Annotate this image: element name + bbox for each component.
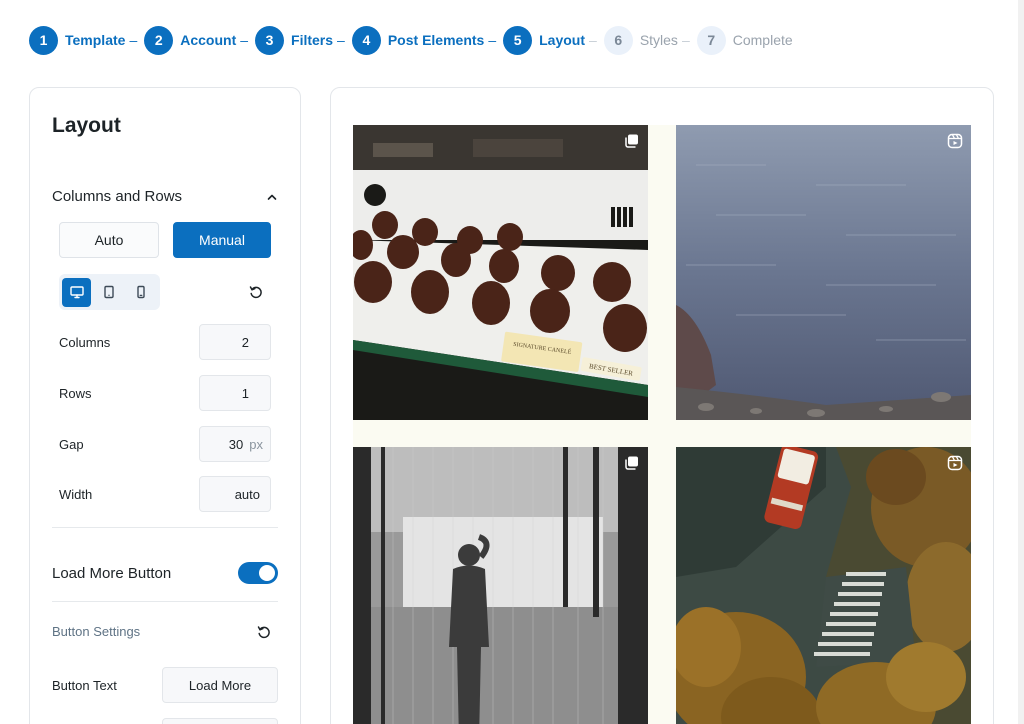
feed-post-tile[interactable]: SIGNATURE CANELÉ BEST SELLER	[353, 125, 648, 420]
step-separator: –	[240, 32, 249, 48]
step-label: Filters	[291, 32, 334, 48]
toggle-knob	[259, 565, 275, 581]
gap-field: Gap 30 px	[59, 426, 271, 462]
reel-icon	[947, 133, 963, 149]
button-text-row: Button Text Load More	[52, 667, 278, 703]
load-more-toggle[interactable]	[238, 562, 278, 584]
post-image-pastries: SIGNATURE CANELÉ BEST SELLER	[353, 125, 648, 420]
columns-input[interactable]: 2	[199, 324, 271, 360]
rows-input[interactable]: 1	[199, 375, 271, 411]
step-number: 7	[696, 25, 726, 55]
mobile-icon	[136, 285, 145, 299]
feed-post-tile[interactable]	[353, 447, 648, 724]
step-number: 3	[255, 25, 285, 55]
step-template[interactable]: 1 Template	[29, 25, 126, 55]
post-image-silhouette	[353, 447, 648, 724]
step-number: 2	[144, 25, 174, 55]
mobile-device-button[interactable]	[126, 278, 155, 307]
reel-icon	[947, 455, 963, 471]
desktop-device-button[interactable]	[62, 277, 91, 307]
manual-mode-button[interactable]: Manual	[173, 222, 271, 258]
rows-field: Rows 1	[59, 375, 271, 411]
desktop-icon	[69, 286, 84, 299]
section-divider	[52, 601, 278, 602]
step-label: Template	[65, 32, 126, 48]
step-label: Styles	[639, 32, 678, 48]
button-text-label: Button Text	[52, 677, 117, 693]
step-number: 6	[603, 25, 633, 55]
reset-icon	[257, 626, 270, 639]
step-label: Layout	[539, 32, 586, 48]
width-input[interactable]: auto	[199, 476, 271, 512]
step-separator: –	[129, 32, 138, 48]
gap-value: 30	[228, 436, 244, 452]
window-scrollbar[interactable]	[1018, 0, 1024, 724]
section-title: Columns and Rows	[52, 188, 183, 205]
device-switcher	[59, 274, 160, 310]
setup-stepper: 1 Template – 2 Account – 3 Filters – 4 P…	[29, 25, 793, 55]
step-styles[interactable]: 6 Styles	[603, 25, 678, 55]
reset-columns-button[interactable]	[247, 283, 265, 301]
step-label: Post Elements	[387, 32, 485, 48]
reset-icon	[249, 286, 262, 299]
step-label: Account	[180, 32, 237, 48]
gap-unit: px	[249, 436, 263, 452]
columns-rows-section-header[interactable]: Columns and Rows	[52, 188, 278, 205]
step-post-elements[interactable]: 4 Post Elements	[351, 25, 485, 55]
tablet-icon	[103, 285, 114, 299]
layout-settings-panel: Layout Columns and Rows Auto Manual Colu…	[29, 87, 301, 724]
multiple-images-icon	[625, 134, 638, 148]
tablet-device-button[interactable]	[94, 278, 123, 307]
load-more-row: Load More Button	[52, 562, 278, 584]
auto-mode-button[interactable]: Auto	[59, 222, 159, 258]
feed-post-tile[interactable]	[676, 125, 971, 420]
step-layout[interactable]: 5 Layout	[503, 25, 586, 55]
field-label: Rows	[59, 385, 92, 401]
panel-title: Layout	[52, 114, 121, 137]
feed-post-tile[interactable]	[676, 447, 971, 724]
load-more-label: Load More Button	[52, 564, 172, 582]
reset-button-settings-button[interactable]	[255, 623, 273, 641]
chevron-up-icon	[267, 194, 277, 200]
button-settings-label[interactable]: Button Settings	[52, 624, 140, 639]
step-filters[interactable]: 3 Filters	[255, 25, 334, 55]
multiple-images-icon	[625, 456, 638, 470]
field-label: Columns	[59, 334, 111, 350]
gap-input[interactable]: 30 px	[199, 426, 271, 462]
step-separator: –	[589, 32, 597, 48]
step-separator: –	[681, 32, 690, 48]
step-account[interactable]: 2 Account	[144, 25, 237, 55]
post-image-street	[676, 447, 971, 724]
step-number: 1	[29, 25, 58, 55]
step-separator: –	[337, 32, 345, 48]
field-label: Width	[59, 486, 93, 502]
step-number: 4	[351, 25, 381, 55]
step-complete[interactable]: 7 Complete	[696, 25, 793, 55]
next-setting-input[interactable]	[162, 718, 278, 724]
step-separator: –	[488, 32, 497, 48]
width-field: Width auto	[59, 476, 271, 512]
post-image-lake	[676, 125, 971, 420]
field-label: Gap	[59, 436, 84, 452]
columns-field: Columns 2	[59, 324, 271, 360]
step-label: Complete	[732, 32, 793, 48]
button-text-input[interactable]: Load More	[162, 667, 278, 703]
section-divider	[52, 527, 278, 528]
step-number: 5	[503, 25, 533, 55]
